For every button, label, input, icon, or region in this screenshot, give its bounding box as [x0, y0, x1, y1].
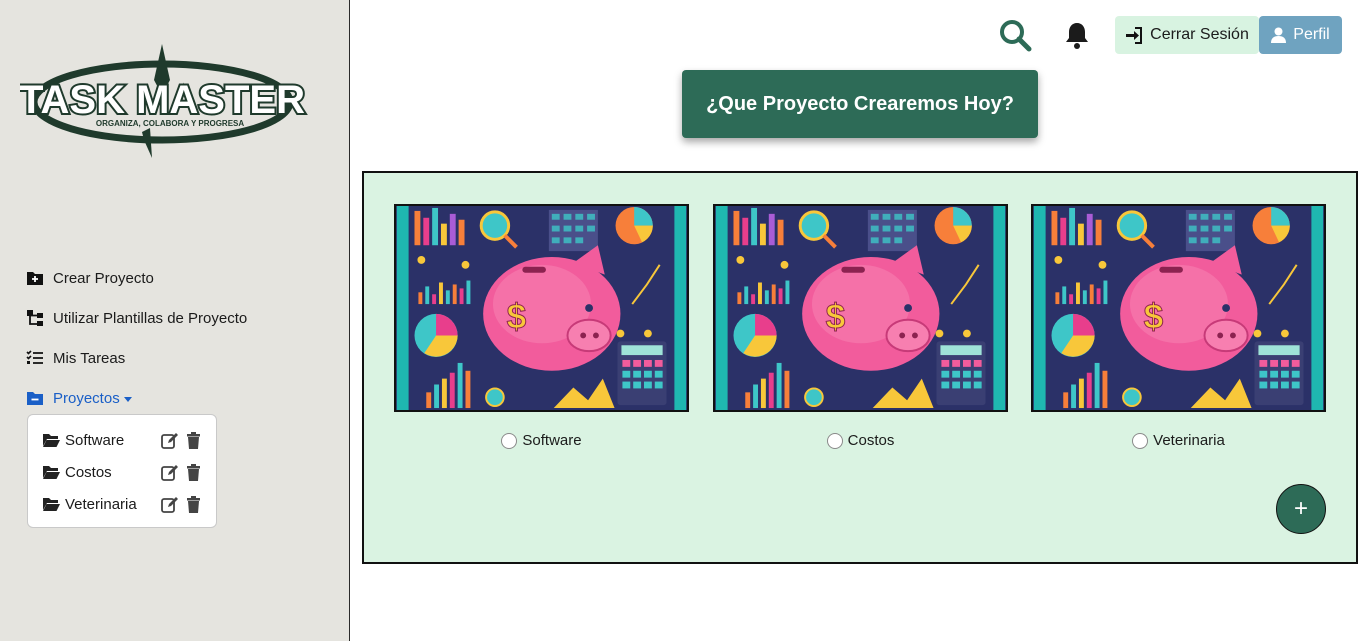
- project-card-label[interactable]: Software: [394, 432, 689, 449]
- folder-plus-icon: [27, 272, 43, 285]
- trash-icon[interactable]: [185, 463, 202, 481]
- project-card-name: Costos: [847, 432, 895, 449]
- projects-panel: $ Software $ Costos $ Veterinaria +: [362, 171, 1358, 564]
- edit-icon[interactable]: [161, 432, 178, 449]
- logout-button[interactable]: Cerrar Sesión: [1115, 16, 1259, 54]
- trash-icon[interactable]: [185, 495, 202, 513]
- svg-text:$: $: [826, 298, 846, 337]
- project-thumbnail[interactable]: $: [394, 204, 689, 412]
- caret-down-icon[interactable]: [123, 396, 132, 402]
- project-card-name: Software: [522, 432, 582, 449]
- project-card[interactable]: $ Costos: [713, 204, 1008, 449]
- project-card-name: Veterinaria: [1153, 432, 1225, 449]
- project-radio[interactable]: [1132, 432, 1149, 449]
- trash-icon[interactable]: [185, 431, 202, 449]
- edit-icon[interactable]: [161, 464, 178, 481]
- sidebar-item-label: Proyectos: [53, 389, 120, 407]
- profile-label: Perfil: [1293, 26, 1330, 43]
- project-radio[interactable]: [501, 432, 518, 449]
- sign-in-icon: [1126, 26, 1143, 44]
- project-card-label[interactable]: Veterinaria: [1031, 432, 1326, 449]
- sidebar-item-proyectos[interactable]: Proyectos: [26, 378, 247, 418]
- project-item[interactable]: Costos: [42, 456, 202, 488]
- profile-button[interactable]: Perfil: [1259, 16, 1342, 54]
- sidebar-item-label: Utilizar Plantillas de Proyecto: [53, 309, 248, 327]
- sidebar-item-plantillas[interactable]: Utilizar Plantillas de Proyecto: [26, 298, 247, 338]
- task-master-logo[interactable]: TASK MASTER ORGANIZA, COLABORA Y PROGRES…: [17, 40, 310, 165]
- project-radio[interactable]: [826, 432, 843, 449]
- sidebar-item-label: Crear Proyecto: [53, 269, 154, 287]
- project-item[interactable]: Software: [42, 424, 202, 456]
- svg-text:$: $: [1144, 298, 1164, 337]
- logout-label: Cerrar Sesión: [1150, 26, 1249, 43]
- page-title-banner: ¿Que Proyecto Crearemos Hoy?: [682, 70, 1038, 138]
- sidebar-item-crear-proyecto[interactable]: Crear Proyecto: [26, 258, 247, 298]
- project-name[interactable]: Software: [65, 432, 154, 449]
- svg-text:$: $: [507, 298, 527, 337]
- add-project-button[interactable]: +: [1276, 484, 1326, 534]
- sidebar-item-mis-tareas[interactable]: Mis Tareas: [26, 338, 247, 378]
- folder-open-icon: [43, 466, 60, 479]
- project-card[interactable]: $ Veterinaria: [1031, 204, 1326, 449]
- projects-dropdown: Software Costos Veterinaria: [27, 414, 217, 528]
- search-icon[interactable]: [998, 18, 1032, 52]
- project-thumbnail[interactable]: $: [713, 204, 1008, 412]
- svg-text:TASK MASTER: TASK MASTER: [20, 78, 305, 122]
- project-thumbnail[interactable]: $: [1031, 204, 1326, 412]
- project-card-label[interactable]: Costos: [713, 432, 1008, 449]
- folder-minus-icon: [27, 392, 43, 405]
- sidebar-item-label: Mis Tareas: [53, 349, 126, 367]
- user-icon: [1271, 27, 1287, 43]
- folder-open-icon: [43, 498, 60, 511]
- list-check-icon: [26, 350, 43, 364]
- project-item[interactable]: Veterinaria: [42, 488, 202, 520]
- project-name[interactable]: Veterinaria: [65, 496, 154, 513]
- sidebar: TASK MASTER ORGANIZA, COLABORA Y PROGRES…: [0, 0, 350, 641]
- edit-icon[interactable]: [161, 496, 178, 513]
- diagram-tree-icon: [27, 310, 43, 326]
- project-card[interactable]: $ Software: [394, 204, 689, 449]
- svg-text:ORGANIZA, COLABORA Y PROGRESA: ORGANIZA, COLABORA Y PROGRESA: [96, 119, 245, 128]
- project-name[interactable]: Costos: [65, 464, 154, 481]
- bell-icon[interactable]: [1064, 21, 1090, 49]
- sidebar-nav: Crear Proyecto Utilizar Plantillas de Pr…: [26, 258, 247, 418]
- folder-open-icon: [43, 434, 60, 447]
